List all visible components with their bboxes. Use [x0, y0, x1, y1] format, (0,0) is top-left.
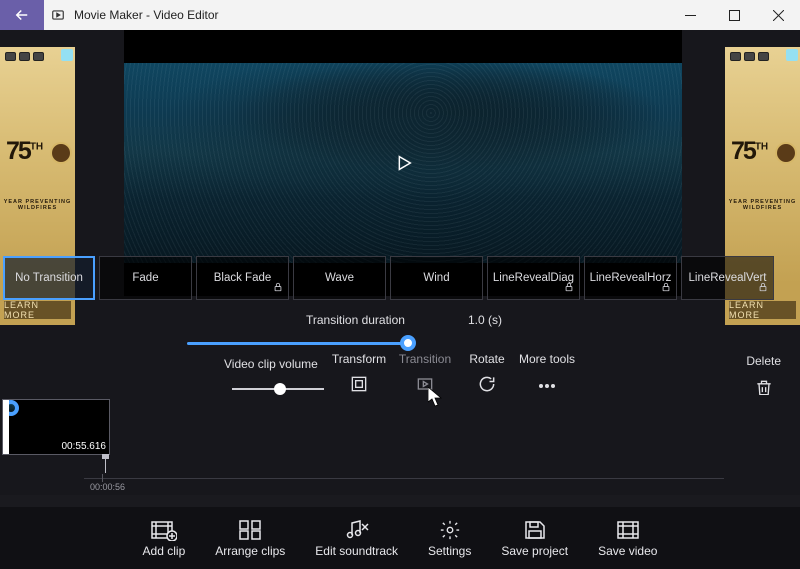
rotate-icon	[456, 374, 518, 394]
transition-list: No Transition Fade Black Fade Wave Wind LineR…	[0, 256, 800, 300]
transition-card[interactable]: Black Fade	[196, 256, 289, 300]
ad-tagline: YEAR PREVENTING WILDFIRES	[3, 199, 72, 211]
lock-icon	[273, 282, 283, 295]
ad-cta-button[interactable]: LEARN MORE	[4, 301, 71, 319]
slider-thumb[interactable]	[274, 383, 286, 395]
add-clip-button[interactable]: Add clip	[135, 515, 194, 562]
minimize-button[interactable]	[668, 0, 712, 30]
ad-logo: 75TH	[6, 137, 43, 166]
lock-icon	[758, 282, 768, 295]
timeline-clip[interactable]: 00:55.616	[2, 399, 110, 455]
ad-tagline: YEAR PREVENTING WILDFIRES	[728, 199, 797, 211]
transition-label: Fade	[132, 272, 158, 284]
transition-label: Wave	[325, 272, 354, 284]
duration-value: 1.0 (s)	[468, 313, 502, 327]
cursor-icon	[428, 387, 442, 412]
transition-label: LineRevealDiag	[493, 272, 574, 284]
maximize-button[interactable]	[712, 0, 756, 30]
timeline[interactable]: 00:55.616 00:00:56	[0, 395, 800, 495]
rotate-button[interactable]: Rotate	[456, 352, 518, 394]
transform-button[interactable]: Transform	[328, 352, 390, 394]
ad-cta-button[interactable]: LEARN MORE	[729, 301, 796, 319]
transform-icon	[328, 374, 390, 394]
volume-slider[interactable]	[232, 382, 324, 396]
ad-badges	[5, 52, 44, 61]
back-button[interactable]	[0, 0, 44, 30]
slider-thumb[interactable]	[400, 335, 416, 351]
ruler-label: 00:00:56	[90, 482, 125, 492]
more-tools-button[interactable]: More tools	[516, 352, 578, 394]
edit-soundtrack-button[interactable]: Edit soundtrack	[307, 515, 406, 562]
ad-badges	[730, 52, 769, 61]
save-video-button[interactable]: Save video	[590, 515, 665, 562]
save-project-button[interactable]: Save project	[493, 515, 576, 562]
settings-button[interactable]: Settings	[420, 515, 479, 562]
transition-label: LineRevealVert	[689, 272, 767, 284]
lock-icon	[564, 282, 574, 295]
command-bar: Add clip Arrange clips Edit soundtrack S…	[0, 507, 800, 569]
clip-duration: 00:55.616	[62, 441, 107, 452]
transition-card[interactable]: Wave	[293, 256, 386, 300]
adchoices-icon[interactable]	[786, 49, 798, 61]
ad-logo: 75TH	[731, 137, 768, 166]
titlebar: Movie Maker - Video Editor	[0, 0, 800, 30]
ad-mascot-icon	[50, 142, 72, 164]
delete-button[interactable]: Delete	[746, 352, 781, 398]
transition-card[interactable]: LineRevealVert	[681, 256, 774, 300]
more-icon	[516, 374, 578, 394]
transition-card[interactable]: No Transition	[3, 256, 95, 300]
app-icon	[44, 8, 72, 22]
clip-handle[interactable]	[3, 400, 9, 454]
transition-label: No Transition	[15, 272, 83, 284]
transition-label: Black Fade	[214, 272, 272, 284]
window-title: Movie Maker - Video Editor	[72, 8, 668, 22]
close-button[interactable]	[756, 0, 800, 30]
duration-label: Transition duration	[306, 313, 405, 327]
play-button[interactable]	[386, 146, 420, 180]
ad-mascot-icon	[775, 142, 797, 164]
transition-button[interactable]: Transition	[394, 352, 456, 394]
lock-icon	[661, 282, 671, 295]
transition-card[interactable]: Wind	[390, 256, 483, 300]
transition-card[interactable]: LineRevealDiag	[487, 256, 580, 300]
timeline-ruler[interactable]: 00:00:56	[84, 470, 724, 490]
adchoices-icon[interactable]	[61, 49, 73, 61]
transition-icon	[394, 374, 456, 394]
duration-slider[interactable]	[122, 334, 674, 354]
transition-card[interactable]: Fade	[99, 256, 192, 300]
volume-label: Video clip volume	[224, 357, 318, 371]
transition-label: Wind	[423, 272, 449, 284]
transition-label: LineRevealHorz	[590, 272, 672, 284]
transition-card[interactable]: LineRevealHorz	[584, 256, 677, 300]
duration-row: Transition duration 1.0 (s)	[124, 308, 680, 332]
arrange-clips-button[interactable]: Arrange clips	[207, 515, 293, 562]
